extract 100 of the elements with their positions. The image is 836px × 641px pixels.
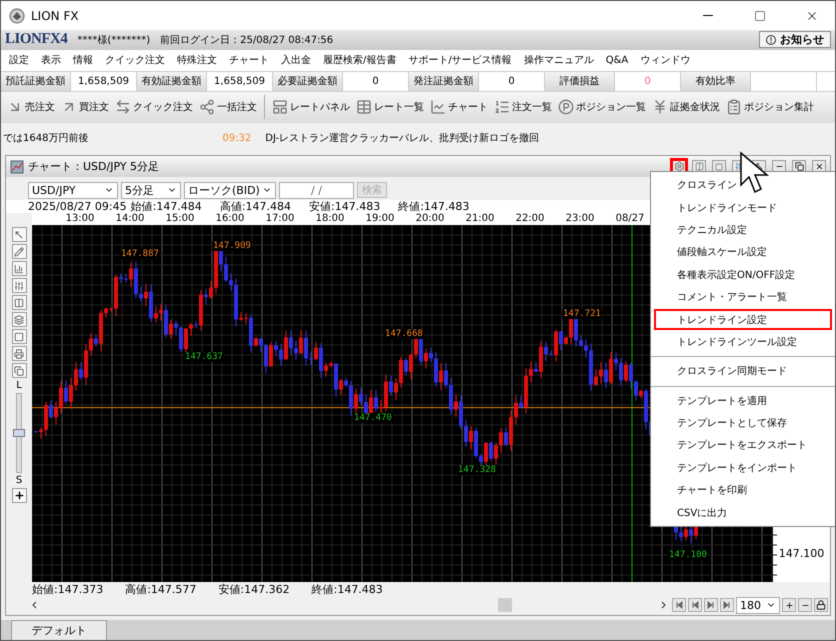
prev-button[interactable] (688, 598, 702, 612)
chart-tool-button[interactable] (12, 244, 26, 260)
menu-item[interactable]: トレンドラインモード (653, 196, 833, 219)
menu-item[interactable]: 情報 (67, 53, 99, 68)
branch-icon (199, 99, 215, 116)
account-label: 発注証拠金額 (409, 72, 479, 91)
time-axis-label: 22:00 (514, 213, 546, 224)
account-label: 有効証拠金額 (137, 72, 207, 91)
chart-window-icon (10, 160, 24, 174)
menu-item[interactable]: CSVに出力 (653, 501, 833, 524)
toolbar-button[interactable]: 売注文 (5, 94, 57, 120)
period-select[interactable]: 5分足 (121, 182, 181, 199)
ohlc-time: 2025/08/27 09:45 (28, 200, 127, 214)
menu-item[interactable]: テクニカル設定 (653, 218, 833, 242)
chart-tool-button[interactable] (12, 227, 26, 242)
list-icon (494, 99, 510, 116)
user-name: ****様(*******) (77, 34, 150, 47)
chart-type-select[interactable]: ローソク(BID) (184, 182, 276, 199)
chart-tool-button[interactable] (12, 346, 26, 362)
toolbar-button[interactable]: レート一覧 (354, 94, 426, 120)
toolbar-button[interactable]: 証拠金状況 (650, 94, 722, 120)
menu-item[interactable]: ウィンドウ (634, 53, 696, 68)
toolbar-button[interactable]: 注文一覧 (492, 94, 554, 120)
date-field[interactable]: / / (279, 182, 354, 199)
time-axis-label: 20:00 (414, 213, 446, 224)
toolbar-button[interactable]: レートパネル (270, 94, 352, 120)
layers-icon (14, 314, 24, 325)
toolbar-button[interactable]: クイック注文 (113, 94, 195, 120)
menu-item[interactable]: 設定 (3, 53, 35, 68)
chart-tool-button[interactable] (12, 329, 26, 344)
news-headline[interactable]: DJ-レストラン運営クラッカーバレル、批判受け新ロゴを撤回 (265, 131, 540, 146)
scroll-left-icon (32, 601, 37, 610)
menu-item[interactable]: トレンドライン設定 (653, 308, 833, 331)
menu-item[interactable]: コメント・アラート一覧 (653, 286, 833, 308)
scroll-right-icon (661, 601, 666, 610)
menu-item[interactable]: テンプレートを適用 (653, 390, 833, 412)
square-icon (715, 162, 723, 171)
time-axis-label: 08/27 (614, 213, 646, 224)
menu-item[interactable]: クロスライン同期モード (653, 360, 833, 383)
ohlc-value: 始値:147.484 (130, 199, 202, 214)
chart-tool-button[interactable] (12, 312, 26, 328)
menu-item[interactable]: トレンドラインツール設定 (653, 330, 833, 354)
bar-count-select[interactable]: 180 (736, 596, 780, 614)
price-mark: 147.721 (562, 309, 602, 320)
scrollbar-thumb[interactable] (498, 598, 512, 612)
menu-item[interactable]: テンプレートをインポート (653, 456, 833, 480)
zoom-in-button[interactable] (782, 598, 796, 612)
time-axis-label: 14:00 (114, 213, 146, 224)
prev-icon (691, 601, 699, 610)
bar-chart-icon (14, 264, 24, 274)
menu-item[interactable]: チャートを印刷 (653, 479, 833, 502)
time-axis-label: 21:00 (464, 213, 496, 224)
price-mark: 147.100 (668, 550, 708, 560)
menu-item[interactable]: クロスライン (653, 174, 833, 196)
ohlc-value: 終値:147.483 (398, 199, 470, 214)
zoom-slider-thumb[interactable] (13, 429, 25, 438)
toolbar-button[interactable]: チャート (428, 94, 490, 120)
menu-item[interactable]: 操作マニュアル (518, 53, 600, 68)
toolbar-button[interactable]: ポジション集計 (724, 94, 816, 120)
table-icon (356, 99, 372, 116)
zoom-slider[interactable] (16, 393, 22, 474)
menu-item[interactable]: 表示 (35, 53, 67, 68)
menu-item[interactable]: テンプレートとして保存 (653, 412, 833, 434)
chart-tool-button[interactable] (12, 295, 26, 310)
pair-select[interactable]: USD/JPY (28, 182, 118, 199)
time-axis-label: 15:00 (164, 213, 196, 224)
notice-button[interactable]: お知らせ (759, 31, 831, 48)
add-button[interactable] (12, 488, 26, 504)
toolbar-button[interactable]: 一括注文 (197, 94, 259, 120)
toolbar-button[interactable]: 買注文 (59, 94, 111, 120)
menu-item[interactable]: クイック注文 (99, 53, 171, 68)
lock-icon (816, 600, 826, 610)
next-button[interactable] (704, 598, 718, 612)
menu-item[interactable]: テンプレートをエクスポート (653, 434, 833, 457)
toolbar-button[interactable]: ポジション一覧 (556, 94, 648, 120)
account-label: 有効比率 (681, 72, 751, 91)
last-icon (723, 601, 731, 610)
menu-item[interactable]: Q&A (600, 54, 634, 66)
time-axis-label: 18:00 (314, 213, 346, 224)
chart-tool-button[interactable] (12, 261, 26, 276)
menu-item[interactable]: サポート/サービス情報 (402, 53, 518, 68)
settings-icon (674, 161, 684, 172)
menu-item[interactable]: 履歴検索/報告書 (317, 53, 402, 68)
price-mark: 147.668 (384, 329, 424, 340)
menu-item[interactable]: 入出金 (275, 53, 317, 68)
menu-item[interactable]: 各種表示設定ON/OFF設定 (653, 264, 833, 286)
lock-button[interactable] (814, 598, 828, 612)
price-mark: 147.328 (457, 465, 497, 476)
first-button[interactable] (672, 598, 686, 612)
chart-tool-button[interactable] (12, 278, 26, 294)
arrow-icon (754, 162, 764, 172)
tab[interactable]: デフォルト (11, 620, 107, 640)
chart-tool-button[interactable] (12, 363, 26, 378)
menu-item[interactable]: 値段軸スケール設定 (653, 241, 833, 264)
menu-item[interactable]: チャート (223, 53, 275, 68)
time-axis-label: 13:00 (64, 213, 96, 224)
menu-item[interactable]: 特殊注文 (171, 53, 223, 68)
last-button[interactable] (720, 598, 734, 612)
next-icon (707, 601, 715, 610)
zoom-out-button[interactable] (798, 598, 812, 612)
